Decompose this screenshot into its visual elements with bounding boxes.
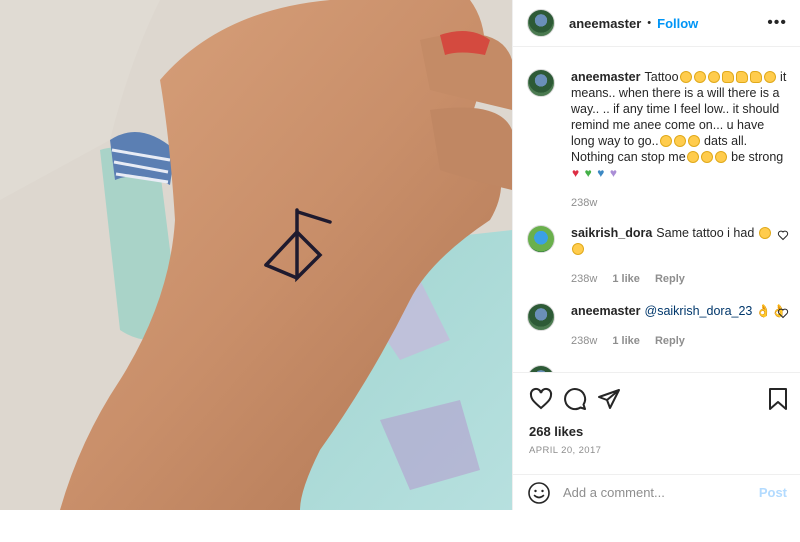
smile-emoji (687, 135, 700, 147)
comment-username[interactable]: aneemaster (571, 304, 641, 318)
comment-text-part: Same tattoo i had (656, 226, 758, 240)
caption: aneemaster Tattoo it means.. when there i… (527, 69, 789, 211)
commenter-avatar[interactable] (527, 365, 555, 372)
comment-meta: 238w 1 like Reply (571, 271, 789, 287)
author-avatar[interactable] (527, 9, 555, 37)
comment: saikrish_dora Same tattoo i had 238w 1 li… (527, 225, 789, 287)
like-comment-icon[interactable] (777, 307, 789, 319)
share-icon[interactable] (597, 387, 621, 411)
caption-time[interactable]: 238w (571, 197, 597, 209)
smile-emoji (686, 151, 699, 163)
likes-count[interactable]: 268 likes (529, 424, 583, 439)
flexed-biceps-emoji (749, 71, 762, 83)
caption-text-part: Tattoo (644, 70, 679, 84)
comment-icon[interactable] (563, 387, 587, 411)
comment: aneemaster @saikrish_dora_23 👌👌 238w 1 li… (527, 303, 789, 349)
post-header: aneemaster • Follow ••• (513, 0, 800, 47)
comments-list[interactable]: aneemaster Tattoo it means.. when there i… (513, 47, 800, 372)
comment-username[interactable]: saikrish_dora (571, 226, 652, 240)
author-username[interactable]: aneemaster (569, 16, 641, 31)
post-actions: 268 likes APRIL 20, 2017 (513, 372, 800, 542)
more-options-icon[interactable]: ••• (767, 14, 787, 32)
smile-emoji (673, 135, 686, 147)
comment-text: aneemaster @saikrish_dora_23 👌👌 238w 1 li… (571, 303, 789, 349)
comment-time[interactable]: 238w (571, 335, 597, 347)
reply-button[interactable]: Reply (655, 335, 685, 347)
blue-heart-emoji: ♥ (597, 166, 605, 180)
header-separator: • (647, 17, 652, 29)
flexed-biceps-emoji (735, 71, 748, 83)
reply-button[interactable]: Reply (655, 273, 685, 285)
caption-username[interactable]: aneemaster (571, 70, 641, 84)
caption-text: aneemaster Tattoo it means.. when there i… (571, 69, 789, 211)
smile-emoji (659, 135, 672, 147)
hand-tattoo-image (0, 0, 512, 510)
heart-eyes-emoji (693, 71, 706, 83)
purple-heart-emoji: ♥ (609, 166, 617, 180)
comment-likes[interactable]: 1 like (612, 273, 640, 285)
bookmark-icon[interactable] (767, 387, 789, 411)
post-date[interactable]: APRIL 20, 2017 (529, 445, 601, 456)
comment-composer: Post (513, 474, 800, 510)
instagram-post: aneemaster • Follow ••• aneemaster Tattoo… (0, 0, 800, 510)
caption-avatar[interactable] (527, 69, 555, 97)
comment-meta: 238w 1 like Reply (571, 333, 789, 349)
post-comment-button[interactable]: Post (759, 485, 787, 500)
green-heart-emoji: ♥ (584, 166, 592, 180)
comment-likes[interactable]: 1 like (612, 335, 640, 347)
comment-time[interactable]: 238w (571, 273, 597, 285)
comment-input[interactable] (563, 485, 759, 500)
like-comment-icon[interactable] (777, 229, 789, 241)
flexed-biceps-emoji (721, 71, 734, 83)
red-heart-emoji: ♥ (572, 166, 580, 180)
heart-eyes-emoji (758, 227, 771, 239)
caption-text-part: be strong (727, 150, 784, 164)
smile-emoji (700, 151, 713, 163)
heart-eyes-emoji (707, 71, 720, 83)
comment-text: saikrish_dora Same tattoo i had 238w 1 li… (571, 225, 789, 287)
heart-icon[interactable] (529, 387, 553, 411)
heart-eyes-emoji (572, 243, 584, 255)
post-sidebar: aneemaster • Follow ••• aneemaster Tattoo… (512, 0, 800, 510)
commenter-avatar[interactable] (527, 225, 555, 253)
smiley-icon[interactable] (527, 481, 551, 505)
caption-meta: 238w (571, 195, 789, 211)
follow-button[interactable]: Follow (657, 16, 698, 31)
nerd-face-emoji (763, 71, 776, 83)
commenter-avatar[interactable] (527, 303, 555, 331)
mention-link[interactable]: @saikrish_dora_23 (645, 304, 753, 318)
action-icons (529, 387, 789, 411)
smile-emoji (714, 151, 727, 163)
post-photo[interactable] (0, 0, 512, 510)
heart-eyes-emoji (679, 71, 692, 83)
